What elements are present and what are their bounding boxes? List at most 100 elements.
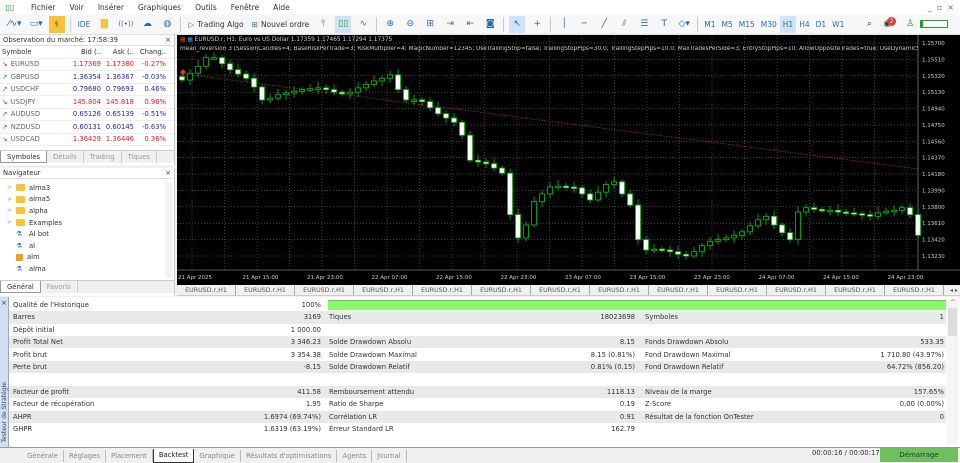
timeframe-h4[interactable]: H4 [796,16,812,33]
text-icon[interactable]: T [656,16,672,33]
cursor-icon[interactable]: ↖ [509,15,526,33]
chart-tab[interactable]: EURUSD.r,H1 [885,285,944,295]
navigator-item[interactable]: > alpha [0,205,174,217]
chart-tab[interactable]: EURUSD.r,H1 [354,285,413,295]
tab-symboles[interactable]: Symboles [0,151,48,163]
chevron-right-icon[interactable]: > [4,184,12,191]
timeframe-m30[interactable]: M30 [758,16,780,33]
tab-details[interactable]: Détails [47,151,84,163]
candlestick-icon[interactable]: ▯▯ [335,15,352,33]
tester-tab[interactable]: Placement [106,449,153,462]
new-order-button[interactable]: ⊞ Nouvel ordre [250,16,312,33]
chart-tab[interactable]: EURUSD.r,H1 [295,285,354,295]
tile-windows-icon[interactable]: ⊞ [422,16,438,33]
col-ask[interactable]: Ask (.. [103,48,136,56]
close-icon[interactable]: × [165,36,171,44]
chart-tab[interactable]: EURUSD.r,H1 [826,285,885,295]
timeframe-d1[interactable]: D1 [813,16,830,33]
market-watch-row[interactable]: ↗ GBPUSD 1.36354 1.36367 -0.03% [0,71,174,84]
tester-tab[interactable]: Réglages [64,449,106,462]
chart-tab[interactable]: EURUSD.r,H1 [531,285,590,295]
tester-tab[interactable]: Graphique [194,449,241,462]
chevron-right-icon[interactable]: > [4,196,12,203]
price-chart[interactable]: 1.15700 1.15510 1.15320 1.15130 1.14940 1.147… [177,35,960,285]
trend-line[interactable] [184,73,919,170]
close-icon[interactable]: × [0,299,8,307]
chart-tab[interactable]: EURUSD.r,H1 [236,285,295,295]
chart-canvas[interactable]: 1.15700 1.15510 1.15320 1.15130 1.14940 1.147… [177,35,960,285]
menu-inserer[interactable]: Insérer [98,3,124,12]
navigator-item[interactable]: ⚗ alma [0,263,174,275]
tester-tab[interactable]: Agents [337,449,373,462]
tab-general[interactable]: Général [0,281,41,293]
tester-tab[interactable]: Résultats d'optimisations [241,449,338,462]
market-watch-row[interactable]: ↘ EURUSD 1.17369 1.17380 -0.27% [0,59,174,71]
col-bid[interactable]: Bid (.. [70,48,103,56]
timeframe-w1[interactable]: W1 [829,16,847,33]
menu-outils[interactable]: Outils [195,3,217,12]
navigator-scrollbar[interactable] [165,182,173,278]
bar-chart-icon[interactable]: ⫯ [315,16,331,33]
account-icon[interactable]: ♙ [902,16,918,33]
tester-tab[interactable]: Journal [372,449,407,462]
timeframe-m1[interactable]: M1 [701,16,718,33]
screenshot-icon[interactable]: ◙ [482,16,498,33]
chart-tab[interactable]: EURUSD.r,H1 [590,285,649,295]
navigator-item[interactable]: > alma3 [0,182,174,194]
shapes-icon[interactable]: ◇▾ [676,16,692,33]
autoscroll-icon[interactable]: ⇥ [442,16,458,33]
menu-fichier[interactable]: Fichier [31,3,56,12]
menu-fenetre[interactable]: Fenêtre [231,3,259,12]
fibonacci-icon[interactable]: ☰ [636,16,652,33]
notifications-button[interactable]: ◉2 [881,16,898,33]
window-controls[interactable]: _ ▫ × [928,3,954,12]
navigator-item[interactable]: ⚗ al [0,240,174,252]
channel-icon[interactable]: ⫽ [616,16,632,33]
col-change[interactable]: Chang.. [136,48,168,56]
close-icon[interactable]: × [165,169,171,177]
chart-type-icon[interactable]: ⁄∿▾ [6,16,24,33]
trend-line-icon[interactable]: ╱ [596,16,612,33]
zoom-out-icon[interactable]: ⊖ [402,16,418,33]
vps-globe-icon[interactable]: ◍ [159,16,175,33]
col-symbol[interactable]: Symbole [0,48,70,56]
navigator-item[interactable]: alm [0,252,174,264]
navigator-item[interactable]: ⚗ AI bot [0,228,174,240]
market-watch-row[interactable]: ↗ NZDUSD 0.60131 0.60145 -0.63% [0,121,174,134]
timeframe-m5[interactable]: M5 [719,16,736,33]
chart-tab[interactable]: EURUSD.r,H1 [472,285,531,295]
chevron-right-icon[interactable]: > [4,207,12,214]
navigator-item[interactable]: > alma5 [0,194,174,206]
timeframe-m15[interactable]: M15 [736,16,758,33]
horizontal-line-icon[interactable]: ─ [576,16,592,33]
tester-tab[interactable]: Backtest [152,448,195,463]
menu-aide[interactable]: Aide [273,3,290,12]
zoom-in-icon[interactable]: ⊕ [382,16,398,33]
start-button[interactable]: Démarrage [880,448,958,462]
vertical-line-icon[interactable]: │ [556,16,572,33]
tab-tiques[interactable]: Tiques [122,151,157,163]
chart-tab[interactable]: EURUSD.r,H1 [177,285,236,295]
market-bag-icon[interactable]: ▇ [96,16,112,33]
chart-tab[interactable]: EURUSD.r,H1 [413,285,472,295]
menu-voir[interactable]: Voir [70,3,84,12]
chart-tab[interactable]: EURUSD.r,H1 [708,285,767,295]
dollar-icon[interactable]: $ [48,15,65,33]
chart-tab[interactable]: EURUSD.r,H1 [767,285,826,295]
search-icon[interactable]: ⌕ [861,16,877,33]
chevron-right-icon[interactable]: > [4,219,12,226]
profiles-icon[interactable]: ▭▾ [28,16,45,33]
timeframe-h1[interactable]: H1 [779,15,797,33]
tab-scroll-arrows[interactable]: ◂ ▸ [944,285,958,295]
line-chart-icon[interactable]: ∿ [355,16,371,33]
tester-scrollbar[interactable]: ^ [947,299,958,445]
chart-shift-icon[interactable]: ⇤ [462,16,478,33]
tab-trading[interactable]: Trading [84,151,122,163]
market-watch-row[interactable]: ↘ USDCAD 1.36429 1.36446 0.36% [0,134,174,146]
signals-icon[interactable]: ((•)) [116,16,135,33]
scroll-thumb[interactable] [948,308,957,336]
trading-algo-button[interactable]: ▷ Trading Algo [186,16,245,33]
menu-graphiques[interactable]: Graphiques [138,3,181,12]
market-watch-row[interactable]: ↗ AUDUSD 0.65126 0.65139 -0.51% [0,109,174,121]
market-watch-row[interactable]: ↘ USDJPY 145.804 145.818 0.96% [0,96,174,109]
